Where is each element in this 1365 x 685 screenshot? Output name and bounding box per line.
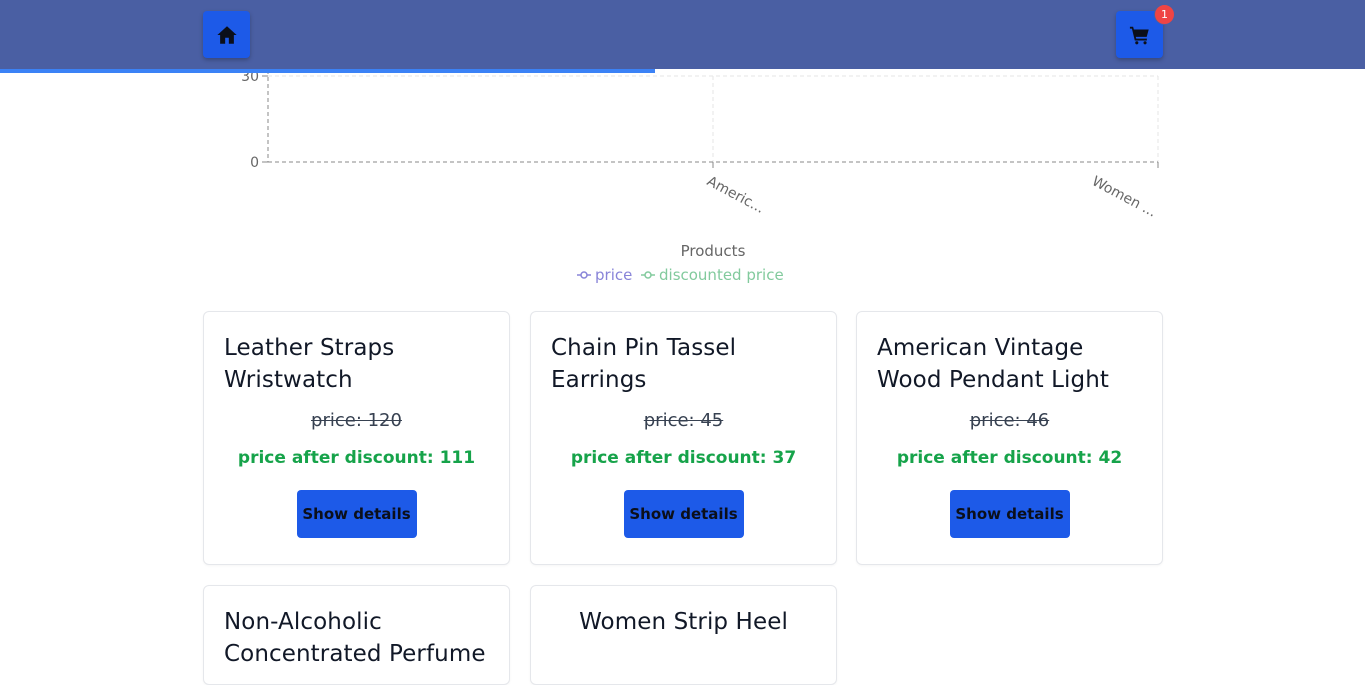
show-details-button[interactable]: Show details [623, 490, 744, 538]
scroll-progress-bar [0, 69, 1365, 73]
show-details-button[interactable]: Show details [949, 490, 1070, 538]
scroll-progress-fill [0, 69, 656, 73]
cart-count-badge: 1 [1154, 4, 1175, 25]
home-button[interactable] [203, 11, 250, 58]
product-price: price: 45 [643, 410, 724, 431]
cart-icon [1129, 26, 1149, 44]
x-tick-label-2: Women ... [1089, 173, 1159, 220]
product-title: Non-Alcoholic Concentrated Perfume [224, 609, 486, 667]
product-title: Women Strip Heel [579, 609, 788, 635]
product-title: American Vintage Wood Pendant Light [877, 335, 1110, 393]
product-discount-price: price after discount: 37 [570, 448, 797, 468]
product-card: Chain Pin Tassel Earrings price: 45 pric… [530, 311, 837, 565]
product-price: price: 46 [969, 410, 1050, 431]
products-price-chart: 30 0 Americ... Women ... Products price … [241, 69, 1159, 284]
top-navbar: 1 [0, 0, 1365, 69]
cart-button[interactable]: 1 [1116, 4, 1175, 58]
product-title: Chain Pin Tassel Earrings [551, 335, 737, 393]
y-tick-label-0: 0 [250, 155, 259, 171]
legend-price-label: price [595, 266, 632, 284]
product-card: Non-Alcoholic Concentrated Perfume [203, 585, 510, 685]
legend-price[interactable]: price [577, 266, 632, 284]
legend-discounted-price-label: discounted price [659, 266, 784, 284]
legend-discounted-price[interactable]: discounted price [641, 266, 784, 284]
product-discount-price: price after discount: 111 [237, 448, 476, 468]
x-axis-label: Products [681, 242, 746, 260]
product-price: price: 120 [311, 410, 402, 431]
show-details-button[interactable]: Show details [296, 490, 417, 538]
product-card: American Vintage Wood Pendant Light pric… [856, 311, 1163, 565]
x-tick-label-1: Americ... [704, 173, 767, 216]
product-card: Leather Straps Wristwatch price: 120 pri… [203, 311, 510, 565]
product-discount-price: price after discount: 42 [896, 448, 1123, 468]
home-icon [216, 25, 237, 44]
product-card: Women Strip Heel [530, 585, 837, 685]
product-title: Leather Straps Wristwatch [224, 335, 395, 393]
